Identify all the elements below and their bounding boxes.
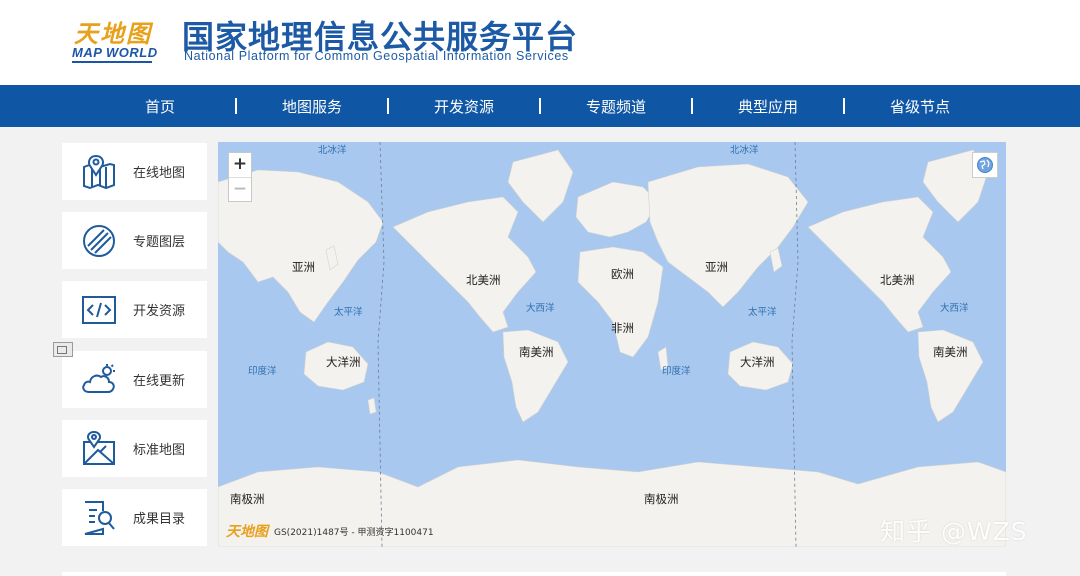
site-header: 天地图 MAP WORLD 国家地理信息公共服务平台 National Plat… bbox=[0, 0, 1080, 85]
sidebar-item-online-map[interactable]: 在线地图 bbox=[62, 143, 207, 200]
nav-provincial-nodes[interactable]: 省级节点 bbox=[845, 96, 995, 117]
document-search-icon bbox=[79, 498, 119, 538]
world-map-base bbox=[218, 142, 1006, 547]
sidebar-item-catalog[interactable]: 成果目录 bbox=[62, 489, 207, 546]
continent-label: 大洋洲 bbox=[740, 355, 775, 369]
ocean-label: 太平洋 bbox=[334, 307, 363, 318]
sidebar-item-dev-resources[interactable]: 开发资源 bbox=[62, 281, 207, 338]
continent-label: 亚洲 bbox=[705, 260, 728, 274]
continent-label: 北美洲 bbox=[466, 273, 501, 287]
sidebar-item-label: 标准地图 bbox=[133, 443, 186, 458]
nav-map-services[interactable]: 地图服务 bbox=[237, 96, 387, 117]
nav-applications[interactable]: 典型应用 bbox=[693, 96, 843, 117]
sidebar-item-thematic-layers[interactable]: 专题图层 bbox=[62, 212, 207, 269]
map-copyright: GS(2021)1487号 - 甲测资字1100471 bbox=[274, 527, 434, 538]
continent-label: 亚洲 bbox=[292, 260, 315, 274]
sidebar-item-standard-map[interactable]: 标准地图 bbox=[62, 420, 207, 477]
ocean-label: 大西洋 bbox=[526, 303, 555, 314]
map-attribution: 天地图 GS(2021)1487号 - 甲测资字1100471 bbox=[226, 521, 434, 541]
sidebar-item-online-update[interactable]: 在线更新 bbox=[62, 351, 207, 408]
folded-map-icon bbox=[79, 429, 119, 469]
zoom-out-button[interactable]: − bbox=[229, 177, 251, 201]
continent-label: 大洋洲 bbox=[326, 355, 361, 369]
code-icon bbox=[79, 290, 119, 330]
sidebar-item-label: 在线更新 bbox=[133, 374, 186, 389]
main-nav: 首页 地图服务 开发资源 专题频道 典型应用 省级节点 bbox=[0, 85, 1080, 127]
logo-underline bbox=[72, 61, 152, 63]
nav-topics[interactable]: 专题频道 bbox=[541, 96, 691, 117]
floating-widget-icon[interactable] bbox=[53, 342, 73, 357]
continent-label: 南美洲 bbox=[519, 345, 554, 359]
nav-dev-resources[interactable]: 开发资源 bbox=[389, 96, 539, 117]
ocean-label: 大西洋 bbox=[940, 303, 969, 314]
sidebar-item-label: 专题图层 bbox=[133, 235, 186, 250]
map-logo: 天地图 bbox=[226, 524, 268, 540]
ocean-label: 印度洋 bbox=[248, 366, 277, 377]
continent-label: 欧洲 bbox=[611, 267, 634, 281]
watermark: 知乎 @WZS bbox=[880, 517, 1028, 546]
map-pin-icon bbox=[79, 152, 119, 192]
layer-switch-button[interactable] bbox=[972, 152, 998, 178]
logo-cn-text: 天地图 bbox=[74, 19, 152, 48]
continent-label: 南美洲 bbox=[933, 345, 968, 359]
continent-label: 南极洲 bbox=[230, 492, 265, 506]
zoom-in-button[interactable]: + bbox=[229, 153, 251, 177]
layer-stripes-icon bbox=[79, 221, 119, 261]
sidebar-item-label: 在线地图 bbox=[133, 166, 186, 181]
continent-label: 北美洲 bbox=[880, 273, 915, 287]
sidebar-item-label: 成果目录 bbox=[133, 512, 186, 527]
site-subtitle: National Platform for Common Geospatial … bbox=[184, 49, 569, 63]
nav-home[interactable]: 首页 bbox=[85, 96, 235, 117]
site-logo[interactable]: 天地图 MAP WORLD bbox=[70, 14, 160, 64]
ocean-label: 北冰洋 bbox=[318, 145, 347, 156]
sidebar-item-label: 开发资源 bbox=[133, 304, 186, 319]
bottom-panel-edge bbox=[62, 572, 1006, 576]
map-viewer[interactable]: + − 北冰洋 北冰洋 太平洋 大西洋 太平洋 大西洋 印度洋 印度洋 亚洲 北… bbox=[218, 142, 1006, 547]
ocean-label: 印度洋 bbox=[662, 366, 691, 377]
ocean-label: 北冰洋 bbox=[730, 145, 759, 156]
cloud-refresh-icon bbox=[79, 360, 119, 400]
ocean-label: 太平洋 bbox=[748, 307, 777, 318]
zoom-control: + − bbox=[228, 152, 252, 202]
globe-icon bbox=[977, 157, 993, 173]
continent-label: 南极洲 bbox=[644, 492, 679, 506]
logo-en-text: MAP WORLD bbox=[72, 45, 158, 60]
continent-label: 非洲 bbox=[611, 321, 634, 335]
